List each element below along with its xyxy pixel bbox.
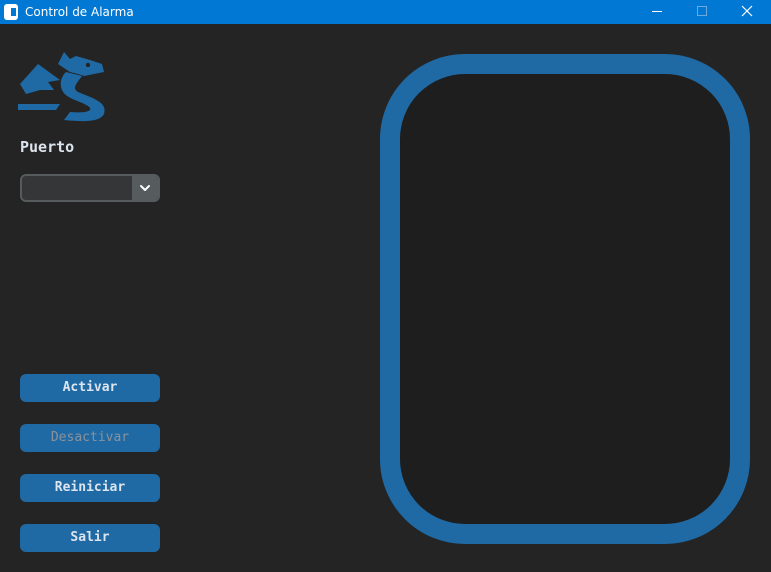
minimize-button[interactable] bbox=[634, 0, 680, 24]
port-label: Puerto bbox=[20, 138, 75, 156]
alarm-status-indicator bbox=[380, 54, 750, 544]
port-dropdown[interactable] bbox=[20, 174, 160, 202]
exit-button[interactable]: Salir bbox=[20, 524, 160, 552]
restart-button[interactable]: Reiniciar bbox=[20, 474, 160, 502]
app-window: Control de Alarma Puerto Activar Desacti… bbox=[0, 0, 771, 572]
dropdown-button[interactable] bbox=[132, 176, 158, 200]
maximize-icon bbox=[697, 6, 707, 16]
app-icon bbox=[4, 4, 18, 20]
minimize-icon bbox=[652, 11, 662, 12]
close-icon bbox=[741, 5, 753, 17]
title-bar[interactable]: Control de Alarma bbox=[0, 0, 771, 24]
close-button[interactable] bbox=[725, 0, 771, 24]
chevron-down-icon bbox=[140, 185, 150, 191]
deactivate-button[interactable]: Desactivar bbox=[20, 424, 160, 452]
activate-button[interactable]: Activar bbox=[20, 374, 160, 402]
maximize-button[interactable] bbox=[680, 0, 726, 24]
window-title: Control de Alarma bbox=[25, 5, 134, 19]
dragon-logo-icon bbox=[18, 52, 105, 122]
